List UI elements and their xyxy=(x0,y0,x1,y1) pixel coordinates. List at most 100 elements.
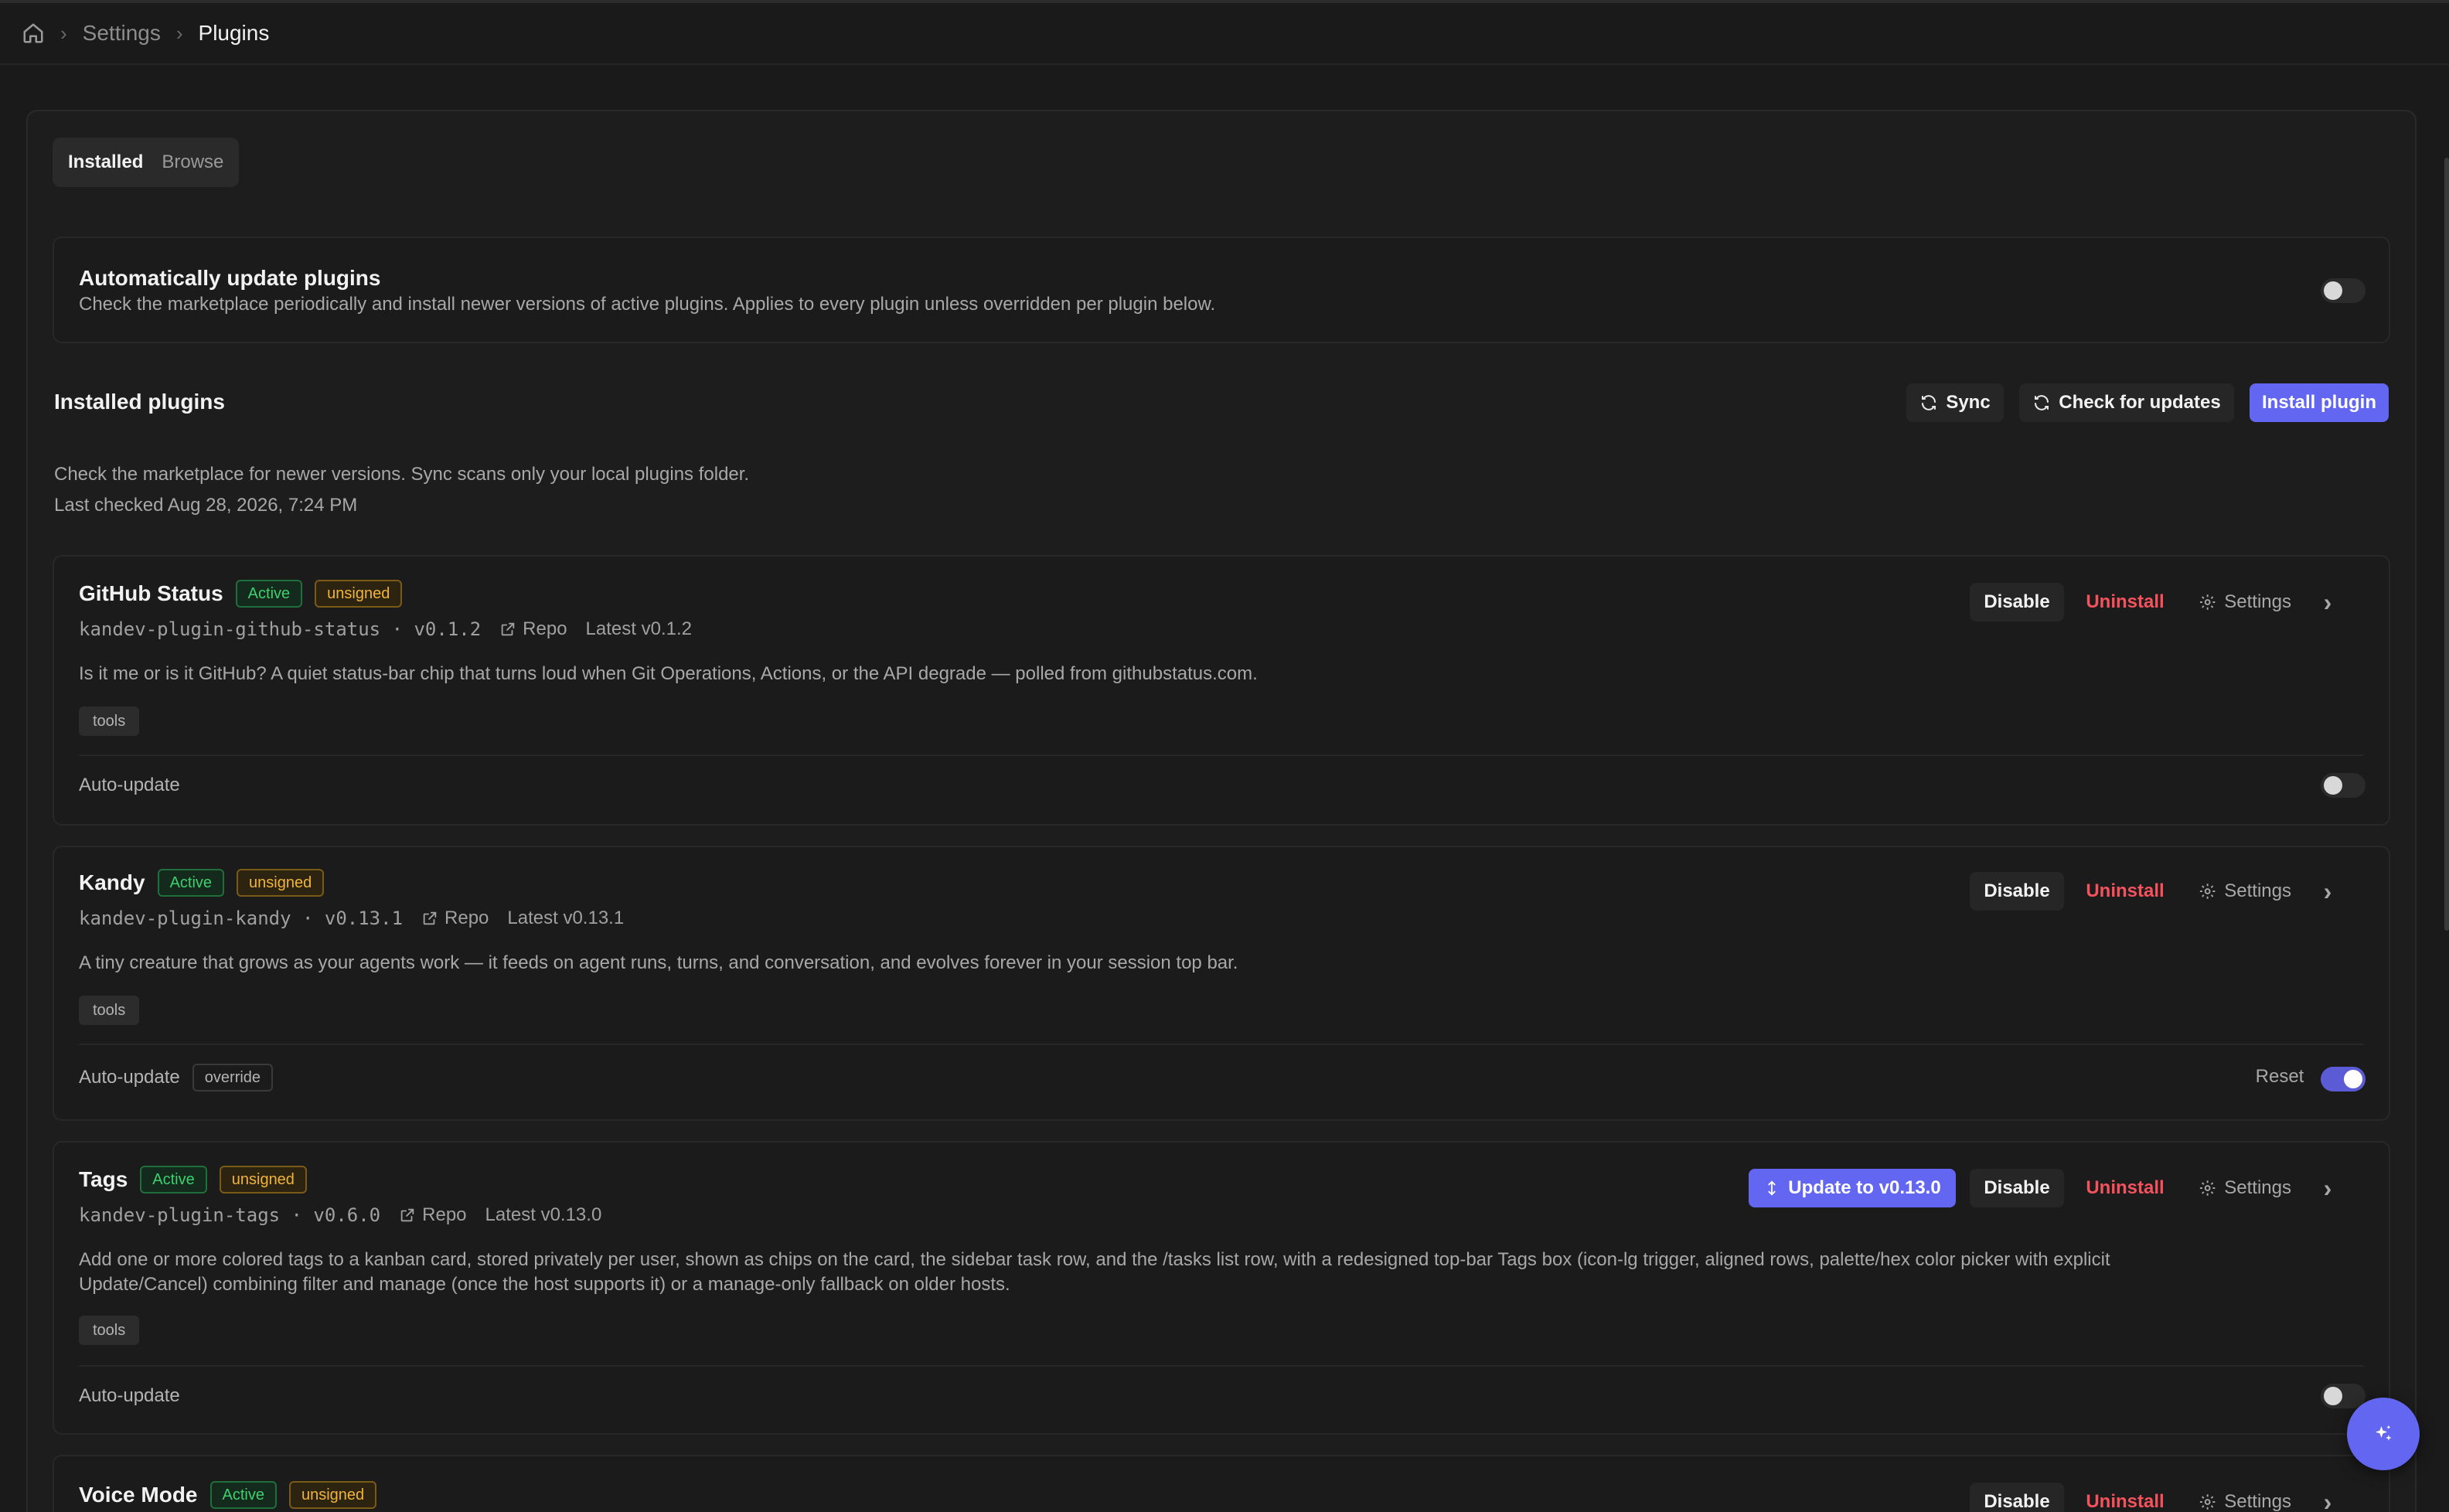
uninstall-button[interactable]: Uninstall xyxy=(2075,583,2175,621)
settings-label: Settings xyxy=(2224,880,2291,901)
plugin-meta: kandev-plugin-kandy · v0.13.1 Repo Lates… xyxy=(79,908,624,929)
chevron-right-icon[interactable]: › xyxy=(2310,1169,2345,1207)
repo-label: Repo xyxy=(523,618,567,639)
auto-update-row: Auto-update xyxy=(79,1385,180,1407)
plugin-card-voice-mode: Voice Mode Active unsigned Disable Unins… xyxy=(53,1455,2390,1512)
plugin-meta: kandev-plugin-github-status · v0.1.2 Rep… xyxy=(79,618,692,640)
repo-link[interactable]: Repo xyxy=(399,1204,467,1226)
chevron-right-icon[interactable]: › xyxy=(2310,1483,2345,1512)
tab-list: Installed Browse xyxy=(53,138,240,187)
plugin-name: Tags xyxy=(79,1167,128,1191)
external-link-icon xyxy=(423,911,437,925)
gear-icon xyxy=(2199,1180,2216,1196)
unsigned-badge: unsigned xyxy=(315,580,403,608)
repo-link[interactable]: Repo xyxy=(421,908,489,929)
plugin-header: Tags Active unsigned xyxy=(79,1166,307,1194)
auto-update-row: Auto-update override xyxy=(79,1064,274,1091)
divider xyxy=(79,754,2364,756)
chevron-right-icon[interactable]: › xyxy=(2310,872,2345,911)
auto-update-card: Automatically update plugins Check the m… xyxy=(53,237,2390,343)
plugin-card-github-status: GitHub Status Active unsigned kandev-plu… xyxy=(53,555,2390,826)
settings-button[interactable]: Settings xyxy=(2186,1483,2304,1512)
sync-label: Sync xyxy=(1946,392,1991,413)
disable-button[interactable]: Disable xyxy=(1970,583,2064,621)
home-icon[interactable] xyxy=(22,22,45,45)
plugin-tag: tools xyxy=(79,707,140,736)
arrow-up-down-icon xyxy=(1768,1180,1776,1196)
repo-label: Repo xyxy=(422,1204,467,1225)
auto-update-row: Auto-update xyxy=(79,775,180,796)
latest-version: Latest v0.1.2 xyxy=(585,618,692,639)
gear-icon xyxy=(2199,594,2216,610)
plugin-description-line: Update/Cancel) combining filter and mana… xyxy=(79,1274,1010,1295)
plugin-name: Voice Mode xyxy=(79,1483,198,1507)
disable-button[interactable]: Disable xyxy=(1970,872,2064,911)
update-button[interactable]: Update to v0.13.0 xyxy=(1749,1169,1956,1207)
settings-label: Settings xyxy=(2224,591,2291,612)
tab-installed[interactable]: Installed xyxy=(59,142,152,182)
latest-version: Latest v0.13.1 xyxy=(507,908,625,928)
gear-icon xyxy=(2199,884,2216,899)
auto-update-label: Auto-update xyxy=(79,775,180,795)
settings-button[interactable]: Settings xyxy=(2186,583,2304,621)
auto-update-toggle[interactable] xyxy=(2321,278,2366,303)
uninstall-button[interactable]: Uninstall xyxy=(2075,1169,2175,1207)
breadcrumb: › Settings › Plugins xyxy=(0,3,2449,65)
unsigned-badge: unsigned xyxy=(288,1481,377,1509)
scrollbar[interactable] xyxy=(2444,158,2449,931)
divider xyxy=(79,1044,2364,1045)
tab-browse[interactable]: Browse xyxy=(152,142,233,182)
settings-button[interactable]: Settings xyxy=(2186,1169,2304,1207)
sync-button[interactable]: Sync xyxy=(1906,383,2004,422)
uninstall-button[interactable]: Uninstall xyxy=(2075,872,2175,911)
plugin-header: Kandy Active unsigned xyxy=(79,869,325,897)
plugin-description-line: Add one or more colored tags to a kanban… xyxy=(79,1249,2110,1270)
plugin-auto-update-toggle[interactable] xyxy=(2321,1384,2366,1408)
chevron-right-icon: › xyxy=(60,21,67,45)
refresh-icon xyxy=(1922,395,1936,410)
installed-plugins-heading: Installed plugins xyxy=(54,390,225,414)
sparkle-icon xyxy=(2376,1425,2392,1441)
repo-link[interactable]: Repo xyxy=(499,618,567,640)
status-badge: Active xyxy=(140,1166,207,1194)
install-plugin-button[interactable]: Install plugin xyxy=(2250,383,2389,422)
disable-button[interactable]: Disable xyxy=(1970,1483,2064,1512)
refresh-icon xyxy=(2035,395,2049,410)
plugin-name: Kandy xyxy=(79,870,145,894)
plugin-auto-update-toggle[interactable] xyxy=(2321,773,2366,798)
reset-button[interactable]: Reset xyxy=(2245,1057,2314,1096)
toggle-knob xyxy=(2324,776,2342,795)
plugin-meta: kandev-plugin-tags · v0.6.0 Repo Latest … xyxy=(79,1204,601,1226)
settings-button[interactable]: Settings xyxy=(2186,872,2304,911)
plugin-header: GitHub Status Active unsigned xyxy=(79,580,403,608)
auto-update-description: Check the marketplace periodically and i… xyxy=(79,294,1216,315)
external-link-icon xyxy=(501,622,515,636)
chevron-right-icon[interactable]: › xyxy=(2310,583,2345,621)
status-badge: Active xyxy=(209,1481,277,1509)
settings-label: Settings xyxy=(2224,1177,2291,1198)
check-updates-label: Check for updates xyxy=(2059,392,2221,413)
plugin-card-kandy: Kandy Active unsigned kandev-plugin-kand… xyxy=(53,846,2390,1121)
external-link-icon xyxy=(400,1208,414,1222)
toggle-knob xyxy=(2344,1070,2362,1088)
last-checked: Last checked Aug 28, 2026, 7:24 PM xyxy=(54,495,358,516)
check-updates-button[interactable]: Check for updates xyxy=(2019,383,2234,422)
plugin-auto-update-toggle[interactable] xyxy=(2321,1067,2366,1091)
divider xyxy=(79,1365,2364,1367)
assistant-fab[interactable] xyxy=(2347,1398,2420,1470)
plugin-header: Voice Mode Active unsigned xyxy=(79,1481,377,1509)
plugin-tag: tools xyxy=(79,996,140,1025)
installed-info: Check the marketplace for newer versions… xyxy=(54,464,750,485)
unsigned-badge: unsigned xyxy=(219,1166,307,1194)
uninstall-button[interactable]: Uninstall xyxy=(2075,1483,2175,1512)
unsigned-badge: unsigned xyxy=(237,869,325,897)
plugin-package: kandev-plugin-github-status · v0.1.2 xyxy=(79,618,482,640)
plugin-card-tags: Tags Active unsigned kandev-plugin-tags … xyxy=(53,1141,2390,1435)
breadcrumb-settings[interactable]: Settings xyxy=(83,21,161,46)
plugin-description: Add one or more colored tags to a kanban… xyxy=(79,1248,2352,1297)
repo-label: Repo xyxy=(444,908,489,928)
disable-button[interactable]: Disable xyxy=(1970,1169,2064,1207)
gear-icon xyxy=(2199,1494,2216,1510)
toggle-knob xyxy=(2324,281,2342,300)
status-badge: Active xyxy=(157,869,225,897)
